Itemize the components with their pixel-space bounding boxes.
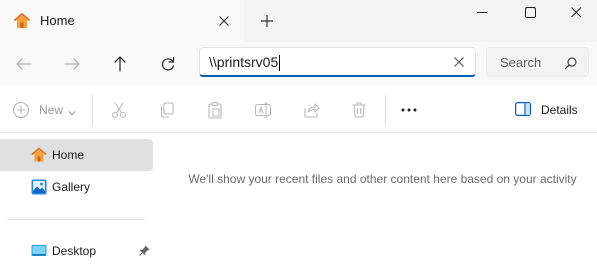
up-arrow-icon[interactable] [106, 50, 134, 78]
minimize-icon[interactable] [459, 0, 505, 32]
home-icon [30, 146, 48, 164]
command-bar: New Details [0, 85, 597, 133]
sidebar-item-home[interactable]: Home [0, 139, 153, 171]
paste-icon[interactable] [205, 100, 225, 120]
sidebar-item-label: Gallery [52, 180, 91, 194]
main-content: We'll show your recent files and other c… [160, 134, 597, 264]
sidebar-divider [7, 219, 145, 220]
empty-state-message: We'll show your recent files and other c… [188, 172, 577, 186]
share-icon[interactable] [301, 100, 321, 120]
close-icon[interactable] [214, 11, 234, 31]
navigation-pane: Home Gallery Desktop [0, 134, 160, 264]
address-input[interactable]: \\printsrv05 [209, 54, 281, 72]
search-input[interactable]: Search [486, 47, 589, 77]
tab-title: Home [40, 13, 75, 28]
sidebar-item-label: Home [52, 148, 85, 162]
title-bar: Home [0, 0, 597, 42]
new-label: New [39, 103, 64, 117]
cut-icon[interactable] [109, 100, 129, 120]
more-icon[interactable] [399, 100, 419, 120]
address-row: \\printsrv05 Search [0, 42, 597, 85]
plus-circle-icon [12, 101, 30, 119]
back-arrow-icon[interactable] [10, 50, 38, 78]
home-icon [12, 11, 32, 31]
tab-home[interactable]: Home [0, 0, 244, 42]
copy-icon[interactable] [157, 100, 177, 120]
toolbar-divider [92, 95, 93, 125]
clear-icon[interactable] [451, 54, 467, 70]
chevron-down-icon [68, 106, 76, 116]
window-close-icon[interactable] [553, 0, 597, 32]
search-icon [564, 56, 578, 70]
gallery-icon [30, 178, 48, 196]
new-tab-icon[interactable] [257, 11, 277, 31]
details-label: Details [541, 103, 578, 117]
sidebar-item-gallery[interactable]: Gallery [0, 171, 153, 203]
maximize-icon[interactable] [507, 0, 553, 32]
forward-arrow-icon[interactable] [58, 50, 86, 78]
address-bar[interactable]: \\printsrv05 [199, 47, 476, 77]
refresh-icon[interactable] [154, 50, 182, 78]
search-placeholder: Search [500, 55, 542, 70]
toolbar-divider [385, 95, 386, 125]
sidebar-item-desktop[interactable]: Desktop [0, 235, 153, 264]
pin-icon[interactable] [138, 244, 151, 257]
sidebar-item-label: Desktop [52, 244, 97, 258]
details-pane-icon [515, 102, 532, 117]
desktop-icon [30, 242, 48, 260]
delete-icon[interactable] [349, 100, 369, 120]
rename-icon[interactable] [253, 100, 273, 120]
